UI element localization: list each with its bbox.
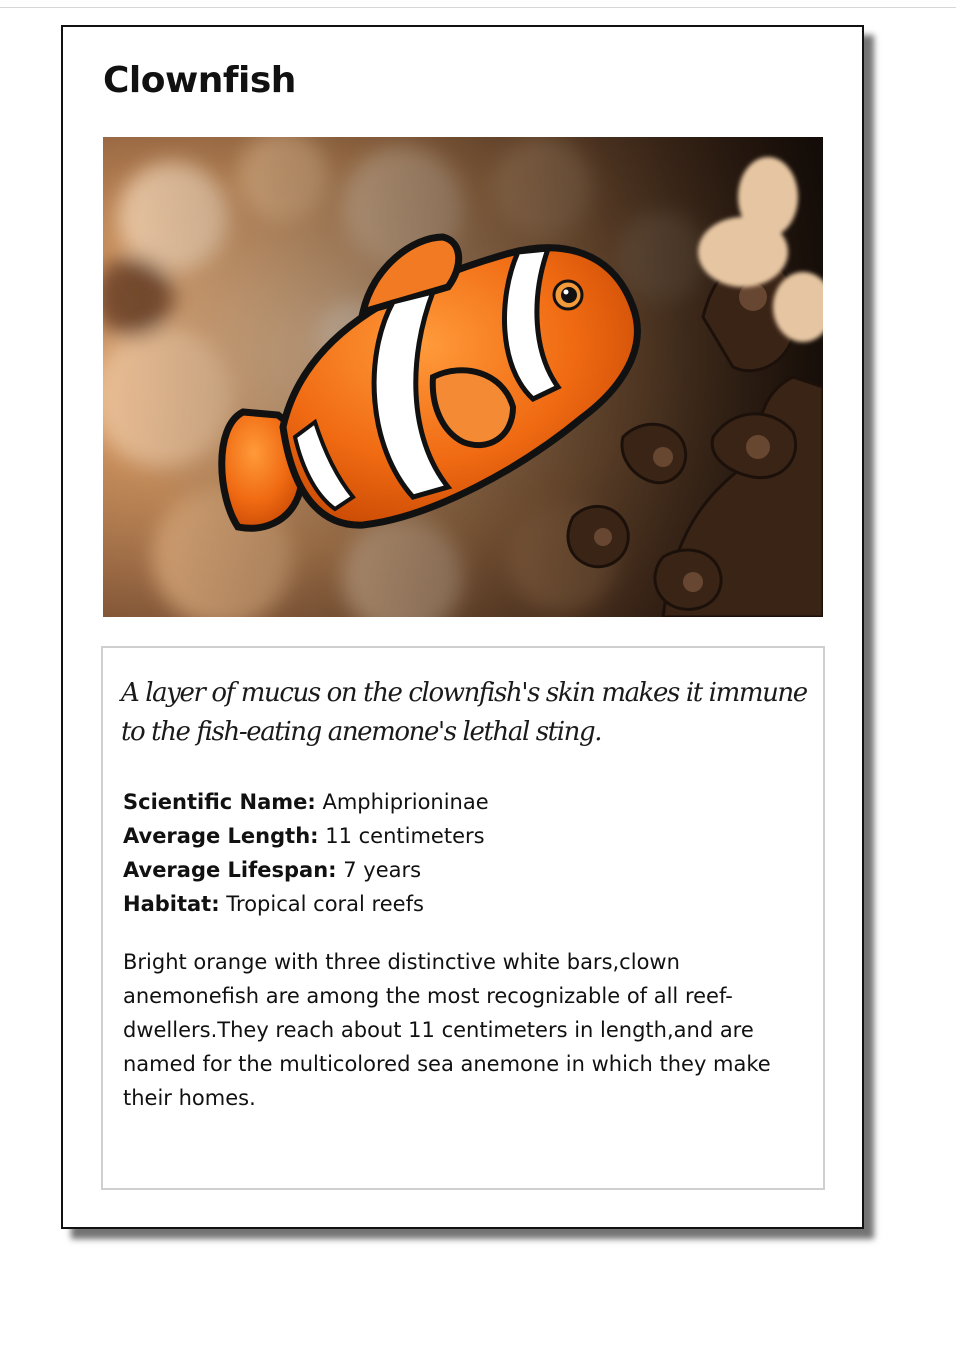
fun-fact: A layer of mucus on the clownfish's skin… bbox=[121, 678, 808, 747]
fact-average-length: Average Length: 11 centimeters bbox=[123, 819, 489, 853]
description-text: Bright orange with three distinctive whi… bbox=[123, 950, 771, 1110]
card-title: Clownfish bbox=[103, 60, 296, 101]
fact-label: Habitat: bbox=[123, 892, 220, 916]
fact-average-lifespan: Average Lifespan: 7 years bbox=[123, 853, 489, 887]
fact-value: 11 centimeters bbox=[318, 824, 485, 848]
info-panel: A layer of mucus on the clownfish's skin… bbox=[101, 646, 825, 1190]
fact-label: Scientific Name: bbox=[123, 790, 316, 814]
animal-card: Clownfish A layer of mucus on the clownf… bbox=[61, 25, 864, 1229]
fact-scientific-name: Scientific Name: Amphiprioninae bbox=[123, 785, 489, 819]
fact-habitat: Habitat: Tropical coral reefs bbox=[123, 887, 489, 921]
fact-label: Average Length: bbox=[123, 824, 319, 848]
fact-label: Average Lifespan: bbox=[123, 858, 337, 882]
facts-list: Scientific Name: Amphiprioninae Average … bbox=[123, 785, 489, 921]
clownfish-photo bbox=[103, 137, 823, 617]
fact-value: Amphiprioninae bbox=[315, 790, 489, 814]
fact-value: 7 years bbox=[336, 858, 422, 882]
fact-value: Tropical coral reefs bbox=[219, 892, 424, 916]
top-divider bbox=[0, 7, 956, 8]
